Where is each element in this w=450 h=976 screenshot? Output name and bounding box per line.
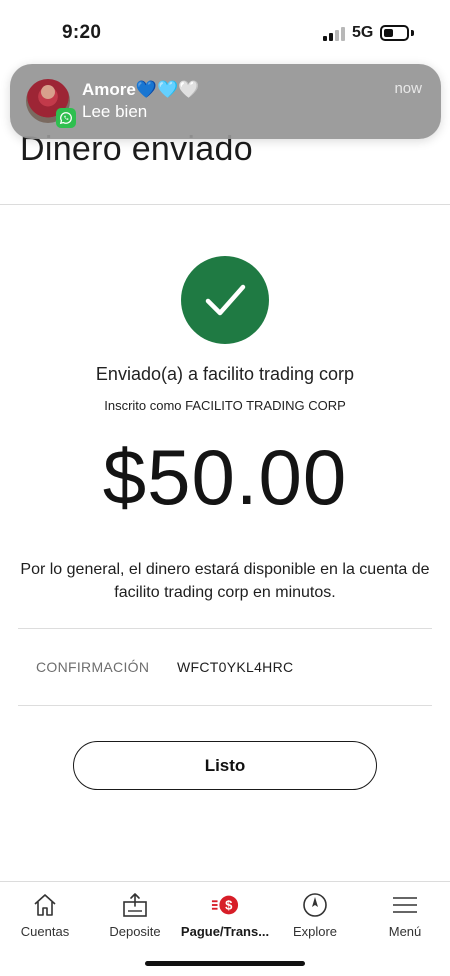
nav-item-explore[interactable]: Explore	[270, 882, 360, 952]
nav-label: Cuentas	[20, 924, 70, 939]
notification-banner[interactable]: Amore💙🩵🤍 Lee bien now	[10, 64, 441, 139]
divider	[18, 705, 432, 706]
cellular-signal-icon	[323, 27, 345, 41]
svg-text:$: $	[225, 898, 233, 913]
recipient-text: Enviado(a) a facilito trading corp	[95, 364, 355, 384]
done-button[interactable]: Listo	[73, 741, 377, 790]
notification-message: Lee bien	[82, 102, 148, 121]
home-icon	[30, 890, 60, 920]
check-circle-icon	[181, 256, 269, 344]
battery-icon	[380, 25, 409, 41]
nav-item-pague-trans[interactable]: $ Pague/Trans...	[180, 882, 270, 952]
hamburger-menu-icon	[390, 890, 420, 920]
nav-item-deposite[interactable]: Deposite	[90, 882, 180, 952]
amount-sent: $50.00	[102, 433, 348, 521]
nav-label: Pague/Trans...	[180, 924, 270, 939]
deposit-icon	[120, 890, 150, 920]
enrolled-name-text: Inscrito como FACILITO TRADING CORP	[104, 398, 346, 413]
pay-transfer-icon: $	[210, 890, 240, 920]
home-indicator	[145, 961, 305, 966]
compass-icon	[300, 890, 330, 920]
confirmation-code: WFCT0YKL4HRC	[177, 659, 294, 675]
network-type: 5G	[352, 24, 374, 41]
nav-label: Deposite	[109, 924, 161, 939]
whatsapp-icon	[56, 108, 76, 128]
nav-label: Menú	[388, 924, 422, 939]
status-bar: 9:20 5G	[0, 0, 450, 62]
nav-label: Explore	[292, 924, 338, 939]
confirmation-label: CONFIRMACIÓN	[36, 659, 150, 675]
header-divider	[0, 204, 450, 205]
nav-item-cuentas[interactable]: Cuentas	[0, 882, 90, 952]
battery-tip	[411, 30, 414, 36]
notification-sender: Amore💙🩵🤍	[82, 80, 200, 99]
nav-item-menu[interactable]: Menú	[360, 882, 450, 952]
divider	[18, 628, 432, 629]
notification-time: now	[394, 80, 422, 97]
status-time: 9:20	[62, 22, 102, 43]
availability-message: Por lo general, el dinero estará disponi…	[20, 561, 430, 601]
